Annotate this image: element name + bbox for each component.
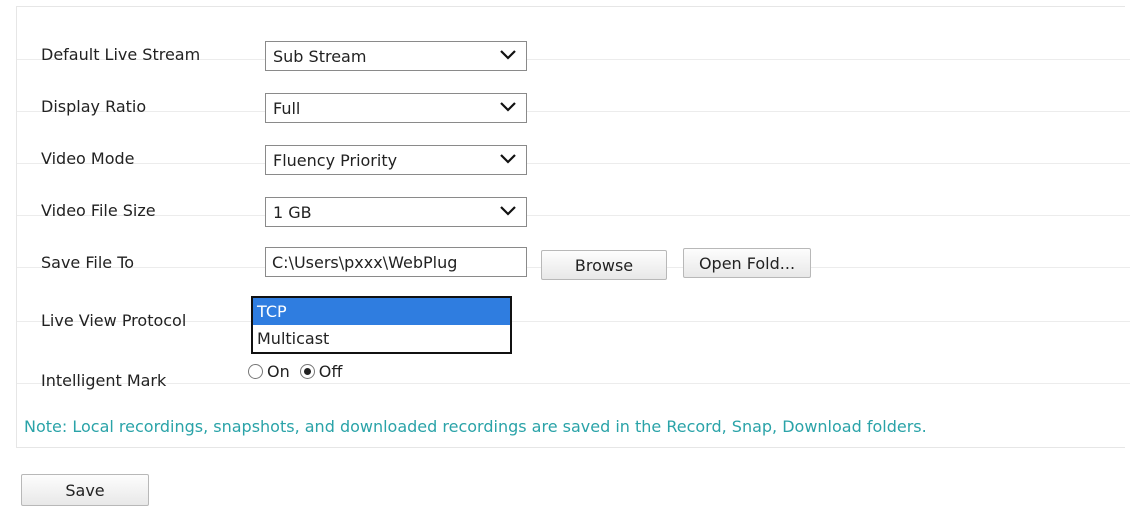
radio-on[interactable] [248,364,263,379]
row-video-mode: Video Mode Fluency Priority [17,111,1130,175]
row-save-file-to: Save File To C:\Users\pxxx\WebPlug Brows… [17,215,1130,280]
option-multicast[interactable]: Multicast [253,325,510,352]
row-live-view-protocol: Live View Protocol [17,267,1130,330]
live-view-protocol-dropdown[interactable]: TCP Multicast [251,296,512,354]
radio-off-label: Off [318,362,343,381]
radio-off[interactable] [299,364,315,379]
save-button[interactable]: Save [21,474,149,506]
row-video-file-size: Video File Size 1 GB [17,163,1130,227]
row-default-live-stream: Default Live Stream Sub Stream [17,7,1130,71]
radio-on-label: On [267,362,290,381]
row-intelligent-mark: Intelligent Mark [17,321,1130,390]
note-text: Note: Local recordings, snapshots, and d… [24,417,927,436]
option-tcp[interactable]: TCP [253,298,510,325]
intelligent-mark-radios: On Off [248,362,352,381]
row-display-ratio: Display Ratio Full [17,59,1130,123]
label-intelligent-mark: Intelligent Mark [41,371,167,390]
settings-panel: Default Live Stream Sub Stream Display R… [16,6,1130,448]
